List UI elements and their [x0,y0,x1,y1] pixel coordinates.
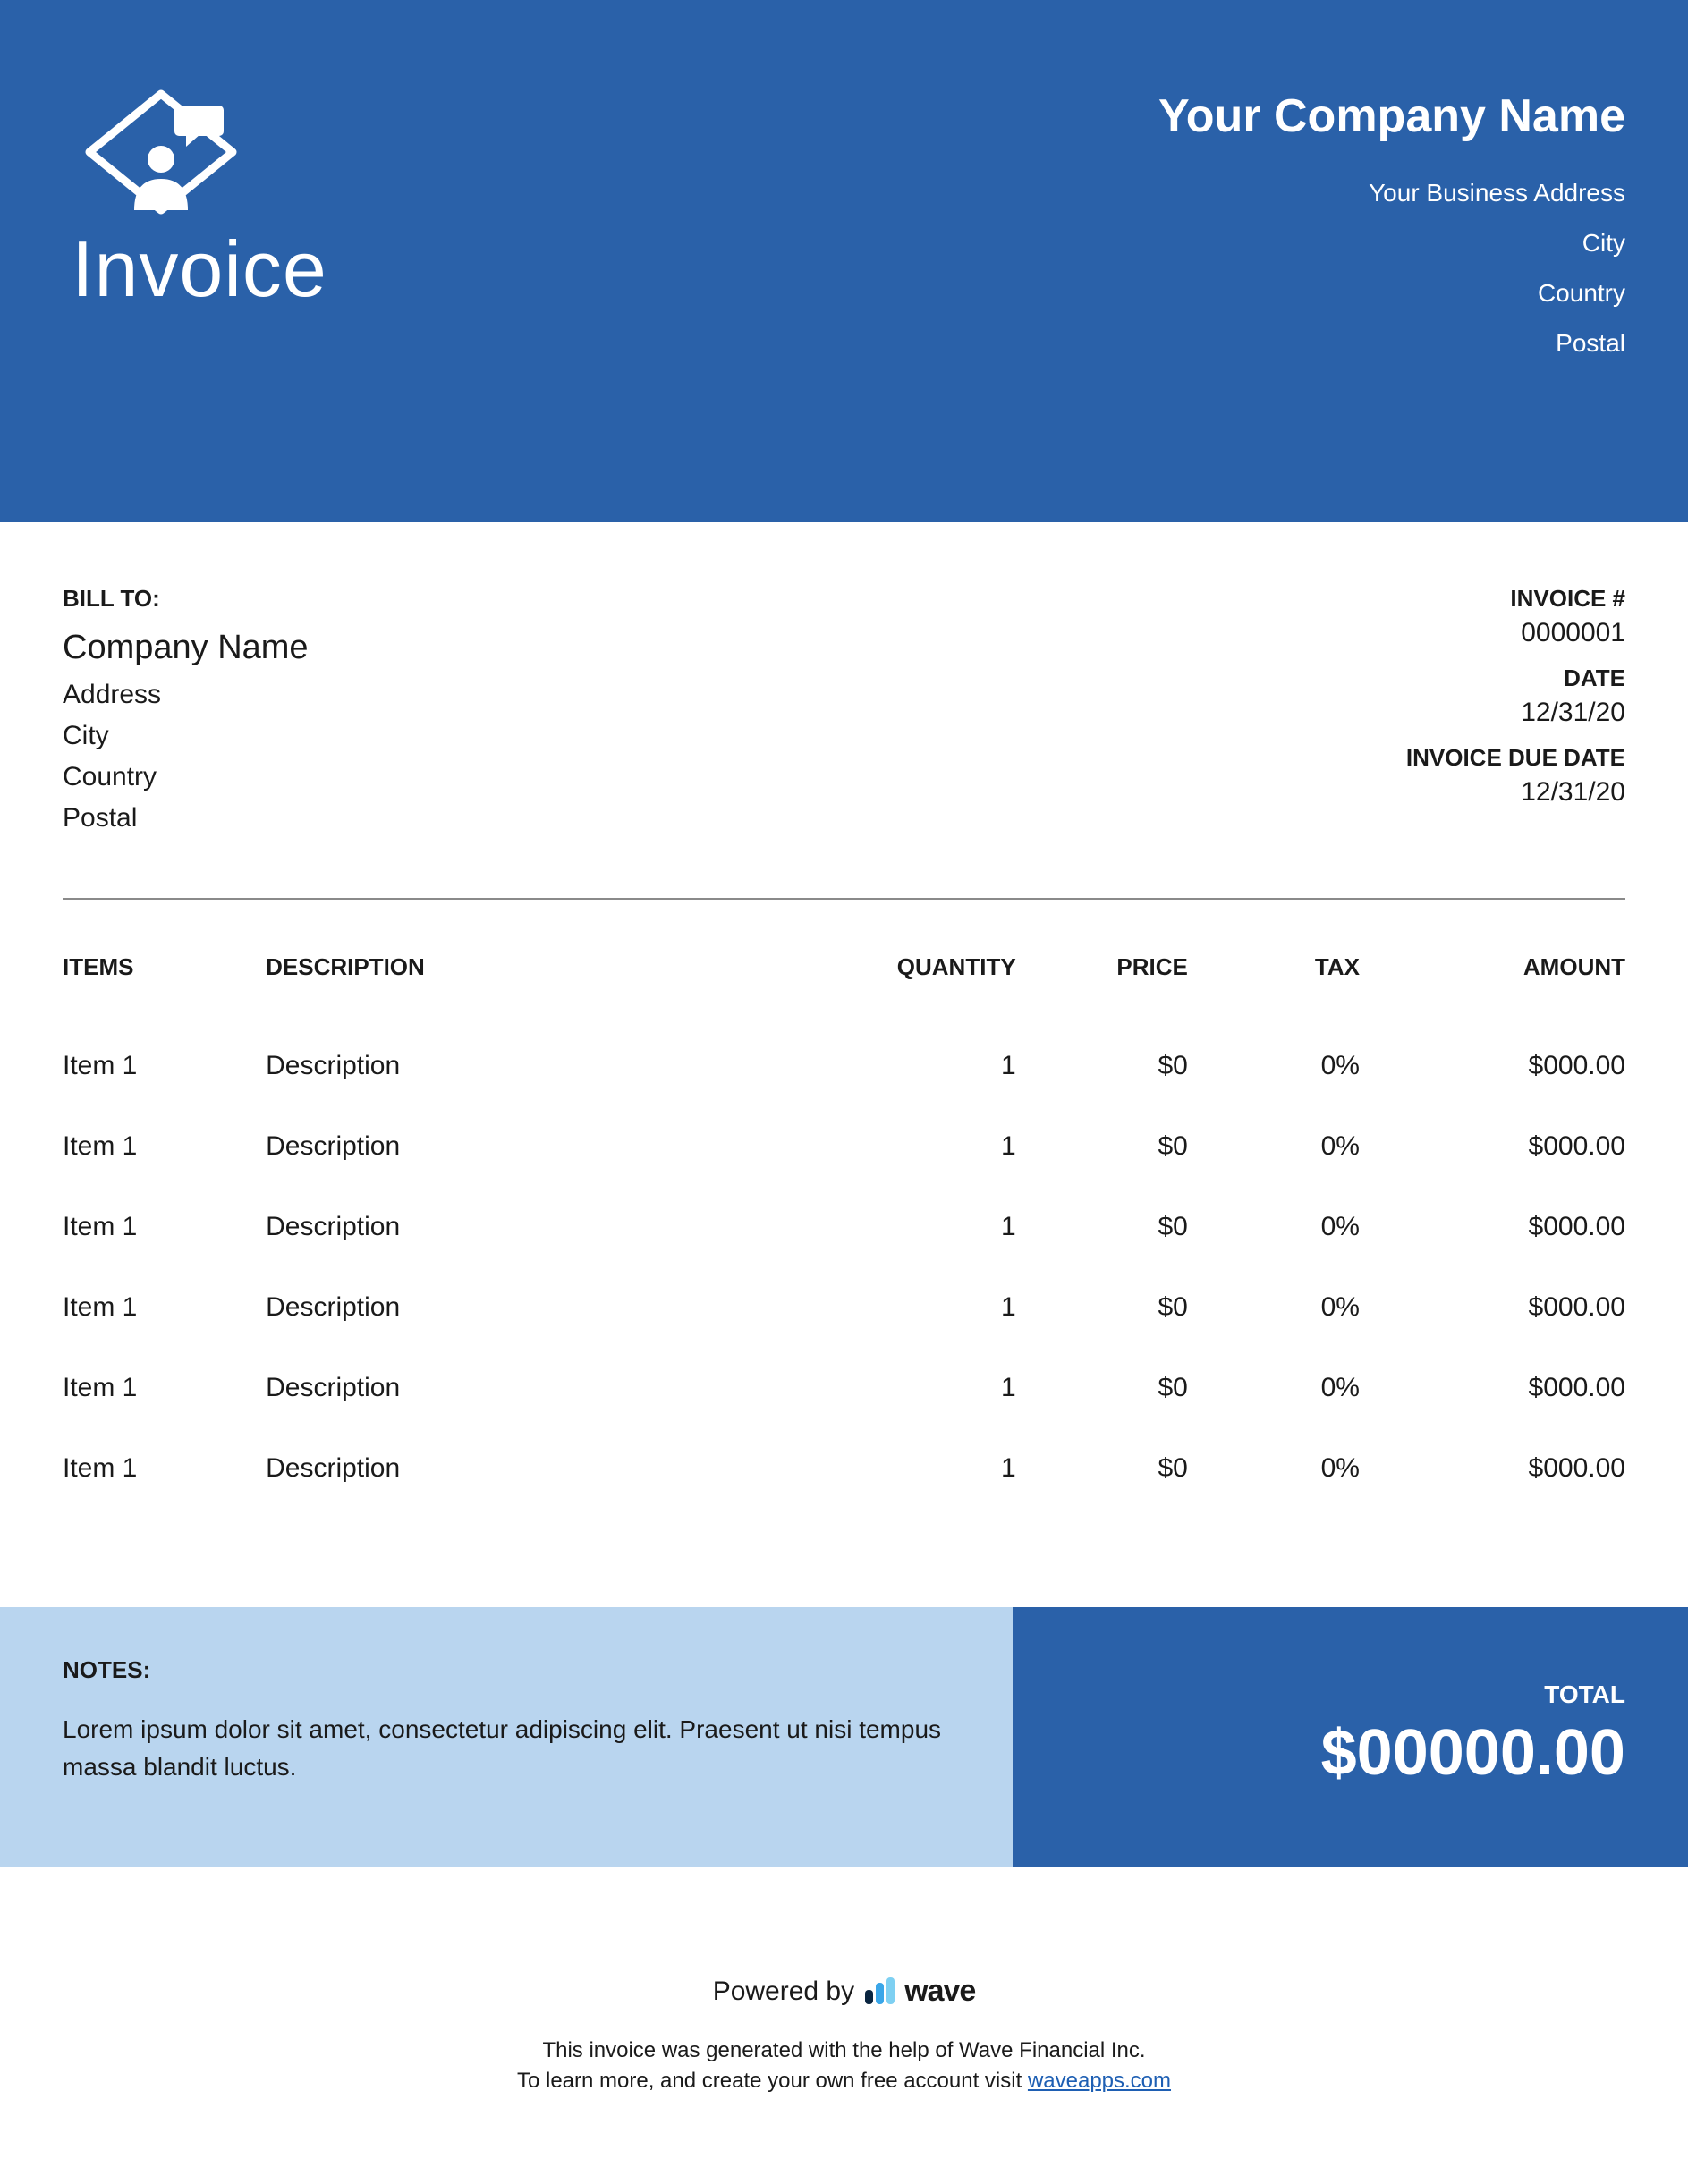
cell-tax: 0% [1188,1348,1360,1428]
divider [63,898,1625,900]
powered-by-line: Powered by wave [0,1974,1688,2009]
bill-to-city: City [63,721,309,751]
cell-description: Description [266,1348,812,1428]
items-header-row: ITEMS DESCRIPTION QUANTITY PRICE TAX AMO… [63,935,1625,1026]
header-description: DESCRIPTION [266,935,812,1026]
cell-price: $0 [1016,1026,1188,1106]
wave-bars-icon [863,1977,899,2006]
cell-item: Item 1 [63,1106,266,1187]
cell-price: $0 [1016,1187,1188,1267]
cell-quantity: 1 [813,1348,1016,1428]
cell-price: $0 [1016,1267,1188,1348]
table-row: Item 1Description1$00%$000.00 [63,1026,1625,1106]
cell-item: Item 1 [63,1267,266,1348]
table-row: Item 1Description1$00%$000.00 [63,1348,1625,1428]
invoice-meta: INVOICE # 0000001 DATE 12/31/20 INVOICE … [1406,585,1625,844]
consultant-chat-icon [81,89,242,215]
invoice-date: 12/31/20 [1406,698,1625,728]
bill-to-postal: Postal [63,803,309,834]
invoice-number-label: INVOICE # [1406,585,1625,613]
total-box: TOTAL $00000.00 [1013,1607,1688,1867]
cell-description: Description [266,1106,812,1187]
bill-to-label: BILL TO: [63,585,309,613]
invoice-body: BILL TO: Company Name Address City Count… [0,522,1688,1509]
cell-quantity: 1 [813,1026,1016,1106]
cell-description: Description [266,1187,812,1267]
cell-tax: 0% [1188,1267,1360,1348]
powered-line2-text: To learn more, and create your own free … [517,2069,1028,2093]
header-items: ITEMS [63,935,266,1026]
meta-row: BILL TO: Company Name Address City Count… [63,585,1625,844]
wave-brand-text: wave [904,1974,975,2009]
cell-item: Item 1 [63,1026,266,1106]
cell-quantity: 1 [813,1428,1016,1509]
cell-description: Description [266,1026,812,1106]
cell-quantity: 1 [813,1187,1016,1267]
table-row: Item 1Description1$00%$000.00 [63,1267,1625,1348]
bill-to-block: BILL TO: Company Name Address City Count… [63,585,309,844]
header-tax: TAX [1188,935,1360,1026]
items-table: ITEMS DESCRIPTION QUANTITY PRICE TAX AMO… [63,935,1625,1509]
cell-item: Item 1 [63,1348,266,1428]
cell-amount: $000.00 [1360,1026,1625,1106]
footer-band: NOTES: Lorem ipsum dolor sit amet, conse… [0,1607,1688,1867]
cell-description: Description [266,1428,812,1509]
cell-tax: 0% [1188,1026,1360,1106]
cell-amount: $000.00 [1360,1106,1625,1187]
cell-tax: 0% [1188,1428,1360,1509]
cell-amount: $000.00 [1360,1267,1625,1348]
cell-quantity: 1 [813,1106,1016,1187]
header-right: Your Company Name Your Business Address … [1158,89,1625,379]
bill-to-company: Company Name [63,629,309,667]
company-country: Country [1158,279,1625,308]
header-left: Invoice [72,89,327,315]
cell-amount: $000.00 [1360,1428,1625,1509]
company-address: Your Business Address [1158,179,1625,207]
cell-item: Item 1 [63,1428,266,1509]
invoice-title: Invoice [72,224,327,315]
table-row: Item 1Description1$00%$000.00 [63,1187,1625,1267]
company-name: Your Company Name [1158,89,1625,143]
company-city: City [1158,229,1625,258]
table-row: Item 1Description1$00%$000.00 [63,1106,1625,1187]
cell-tax: 0% [1188,1187,1360,1267]
total-amount: $00000.00 [1048,1716,1625,1790]
invoice-due-label: INVOICE DUE DATE [1406,744,1625,772]
powered-prefix: Powered by [713,1977,854,2007]
total-label: TOTAL [1048,1680,1625,1709]
cell-amount: $000.00 [1360,1348,1625,1428]
invoice-header: Invoice Your Company Name Your Business … [0,0,1688,522]
notes-text: Lorem ipsum dolor sit amet, consectetur … [63,1711,950,1786]
bill-to-address: Address [63,680,309,710]
waveapps-link[interactable]: waveapps.com [1028,2069,1171,2093]
cell-tax: 0% [1188,1106,1360,1187]
table-row: Item 1Description1$00%$000.00 [63,1428,1625,1509]
cell-amount: $000.00 [1360,1187,1625,1267]
header-amount: AMOUNT [1360,935,1625,1026]
powered-line1: This invoice was generated with the help… [0,2036,1688,2066]
bill-to-country: Country [63,762,309,792]
cell-price: $0 [1016,1428,1188,1509]
powered-section: Powered by wave This invoice was generat… [0,1974,1688,2131]
powered-description: This invoice was generated with the help… [0,2036,1688,2095]
powered-line2: To learn more, and create your own free … [0,2066,1688,2096]
invoice-date-label: DATE [1406,665,1625,692]
invoice-number: 0000001 [1406,618,1625,648]
cell-item: Item 1 [63,1187,266,1267]
invoice-due-date: 12/31/20 [1406,777,1625,808]
header-price: PRICE [1016,935,1188,1026]
company-postal: Postal [1158,329,1625,358]
header-quantity: QUANTITY [813,935,1016,1026]
company-address-block: Your Business Address City Country Posta… [1158,179,1625,358]
cell-price: $0 [1016,1348,1188,1428]
wave-logo: wave [863,1974,975,2009]
notes-label: NOTES: [63,1656,950,1684]
notes-box: NOTES: Lorem ipsum dolor sit amet, conse… [0,1607,1013,1867]
cell-quantity: 1 [813,1267,1016,1348]
cell-description: Description [266,1267,812,1348]
cell-price: $0 [1016,1106,1188,1187]
